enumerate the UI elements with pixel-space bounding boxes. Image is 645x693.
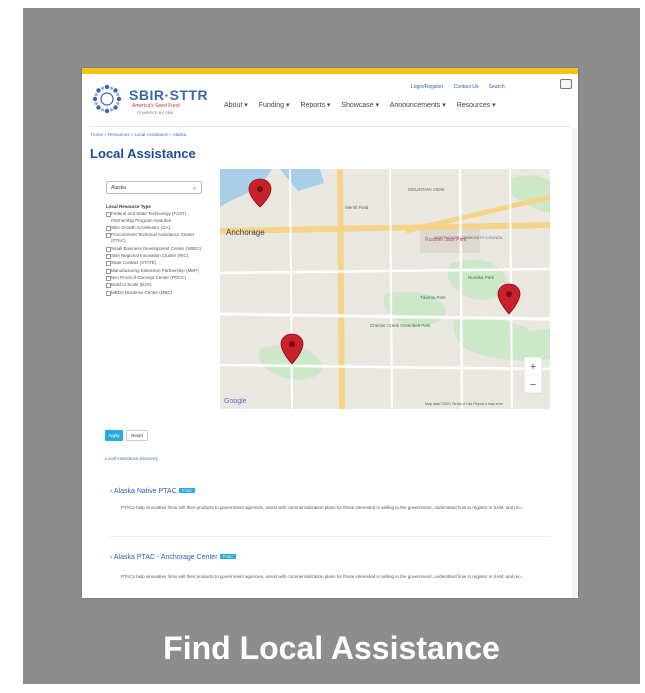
map-canvas[interactable]: Anchorage Russian Jack Park Tikishla Par… bbox=[220, 169, 550, 409]
result-title[interactable]: › Alaska PTAC - Anchorage Center PTAC bbox=[110, 554, 237, 561]
brand-name[interactable]: SBIR·STTR bbox=[129, 87, 208, 103]
zoom-out-button[interactable]: − bbox=[530, 379, 536, 391]
nav-funding[interactable]: Funding ▾ bbox=[259, 102, 290, 109]
filter-option-mbc[interactable]: MBDA Business Center (MBC) bbox=[106, 290, 208, 296]
result-description: PTACs help innovative firms sell their p… bbox=[121, 574, 525, 579]
result-title-text[interactable]: › Alaska Native PTAC bbox=[110, 488, 177, 495]
breadcrumb[interactable]: Home » Resources » Local Assistance » Al… bbox=[91, 132, 186, 137]
result-tag: PTAC bbox=[178, 488, 196, 493]
result-description: PTACs help innovative firms sell their p… bbox=[121, 505, 525, 510]
map-label-anchorage: Anchorage bbox=[226, 228, 265, 237]
map-highway bbox=[337, 169, 345, 409]
nav-announcements[interactable]: Announcements ▾ bbox=[390, 102, 446, 109]
result-divider bbox=[110, 536, 550, 537]
filter-option-state[interactable]: State Contact (STATE) bbox=[106, 260, 208, 267]
map-footer[interactable]: Map data ©2021 Terms of Use Report a map… bbox=[425, 402, 504, 406]
apply-button[interactable]: Apply bbox=[105, 430, 123, 441]
nav-resources[interactable]: Resources ▾ bbox=[457, 102, 496, 109]
brand-tagline: America's Seed Fund bbox=[132, 103, 180, 109]
map-label-nunaka: Nunaka Park bbox=[468, 275, 495, 280]
nav-showcase[interactable]: Showcase ▾ bbox=[341, 102, 379, 109]
map-label-northeast: NORTHEAST COMMUNITY COUNCIL bbox=[434, 235, 504, 240]
top-accent-bar bbox=[82, 68, 578, 74]
directory-link[interactable]: Local Assistance Directory bbox=[105, 456, 158, 461]
filter-option-ptac[interactable]: Procurement Technical Assistance Center … bbox=[106, 232, 208, 245]
result-title[interactable]: › Alaska Native PTAC PTAC bbox=[110, 488, 196, 495]
website-screenshot: SBIR·STTR America's Seed Fund POWERED BY… bbox=[82, 68, 578, 598]
result-title-text[interactable]: › Alaska PTAC - Anchorage Center bbox=[110, 554, 218, 561]
filter-option-ga[interactable]: SBA Growth Accelerator (GA) bbox=[106, 225, 208, 232]
resource-type-filters: Local Resource Type Federal and State Te… bbox=[106, 204, 208, 297]
chevron-down-icon: ⌄ bbox=[191, 185, 197, 191]
state-select[interactable]: Alaska ⌄ bbox=[106, 181, 202, 194]
map-label-mountain-view: MOUNTAIN VIEW bbox=[408, 187, 445, 192]
page-title: Local Assistance bbox=[90, 146, 196, 161]
filter-option-sbdc[interactable]: Small Business Development Center (SBDC) bbox=[106, 246, 208, 253]
contact-link[interactable]: Contact Us bbox=[454, 84, 479, 90]
nav-reports[interactable]: Reports ▾ bbox=[300, 102, 330, 109]
zoom-in-button[interactable]: + bbox=[530, 361, 536, 373]
map-label-tikishla: Tikishla Park bbox=[420, 295, 446, 300]
map-label-chester-creek: Chester Creek Greenbelt Park bbox=[370, 323, 431, 328]
filter-option-b2s[interactable]: Build to Scale (B2S) bbox=[106, 282, 208, 289]
reset-button[interactable]: Reset bbox=[126, 430, 148, 441]
sbir-logo-icon bbox=[92, 84, 122, 114]
state-select-value: Alaska bbox=[111, 185, 127, 191]
filter-header: Local Resource Type bbox=[106, 204, 151, 209]
filter-option-fast[interactable]: Federal and State Technology (FAST) Part… bbox=[106, 211, 208, 224]
search-link[interactable]: Search bbox=[489, 84, 505, 90]
map-label-merrill: Merrill Field bbox=[345, 205, 369, 210]
main-nav: About ▾ Funding ▾ Reports ▾ Showcase ▾ A… bbox=[224, 101, 505, 109]
nav-about[interactable]: About ▾ bbox=[224, 102, 248, 109]
header-divider bbox=[90, 126, 570, 127]
filter-option-pocc[interactable]: NIH Proof-of-Concept Center (POCC) bbox=[106, 275, 208, 282]
map[interactable]: Anchorage Russian Jack Park Tikishla Par… bbox=[220, 169, 550, 409]
utility-links: Login/Register Contact Us Search bbox=[411, 84, 514, 90]
window-icon[interactable] bbox=[560, 79, 572, 89]
caption-title: Find Local Assistance bbox=[163, 630, 500, 666]
login-link[interactable]: Login/Register bbox=[411, 84, 443, 90]
google-logo: Google bbox=[224, 398, 247, 405]
filter-option-ric[interactable]: SBA Regional Innovation Cluster (RIC) bbox=[106, 253, 208, 260]
scrollbar[interactable] bbox=[572, 128, 577, 598]
brand-powered-by: POWERED BY SBA bbox=[137, 110, 174, 115]
map-zoom-control: + − bbox=[523, 356, 543, 394]
result-tag: PTAC bbox=[219, 554, 237, 559]
filter-option-mep[interactable]: Manufacturing Extension Partnership (MEP… bbox=[106, 268, 208, 274]
